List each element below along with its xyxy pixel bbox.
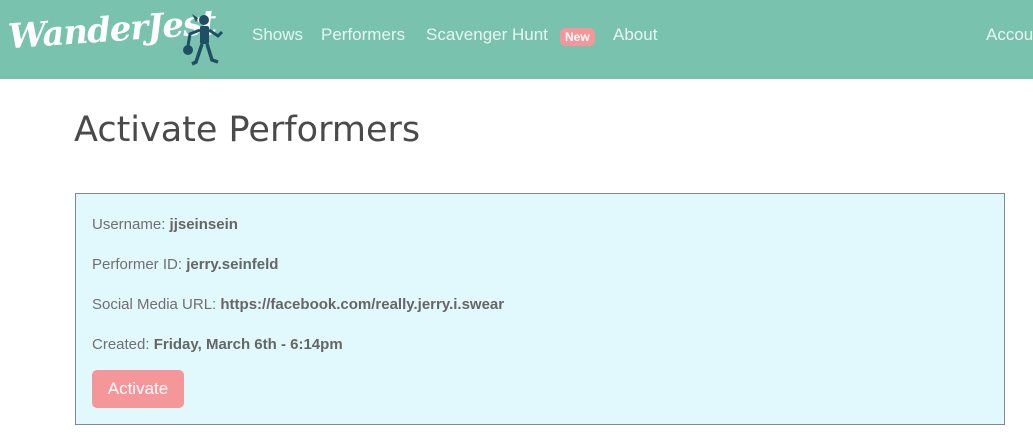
- performer-card: Username: jjseinsein Performer ID: jerry…: [75, 193, 1005, 425]
- nav-performers[interactable]: Performers: [321, 25, 405, 45]
- social-url-row: Social Media URL: https://facebook.com/r…: [92, 296, 504, 313]
- navbar: WanderJest Shows Performers Scavenger Hu…: [0, 0, 1033, 79]
- new-badge: New: [560, 28, 595, 46]
- page-title: Activate Performers: [74, 110, 421, 150]
- username-label: Username:: [92, 216, 166, 233]
- nav-account[interactable]: Accou: [986, 25, 1033, 45]
- brand-logo[interactable]: WanderJest: [0, 0, 228, 79]
- created-label: Created:: [92, 336, 150, 353]
- username-row: Username: jjseinsein: [92, 216, 238, 233]
- performer-id-value: jerry.seinfeld: [186, 256, 279, 273]
- nav-shows[interactable]: Shows: [252, 25, 303, 45]
- created-row: Created: Friday, March 6th - 6:14pm: [92, 336, 343, 353]
- performer-id-label: Performer ID:: [92, 256, 183, 273]
- social-url-label: Social Media URL:: [92, 296, 217, 313]
- created-value: Friday, March 6th - 6:14pm: [153, 336, 343, 353]
- activate-button[interactable]: Activate: [92, 370, 184, 408]
- social-url-value: https://facebook.com/really.jerry.i.swea…: [220, 296, 505, 313]
- performer-id-row: Performer ID: jerry.seinfeld: [92, 256, 278, 273]
- jester-figure-icon: [183, 14, 224, 66]
- nav-scavenger-hunt[interactable]: Scavenger Hunt: [426, 25, 548, 45]
- username-value: jjseinsein: [169, 216, 238, 233]
- nav-about[interactable]: About: [613, 25, 657, 45]
